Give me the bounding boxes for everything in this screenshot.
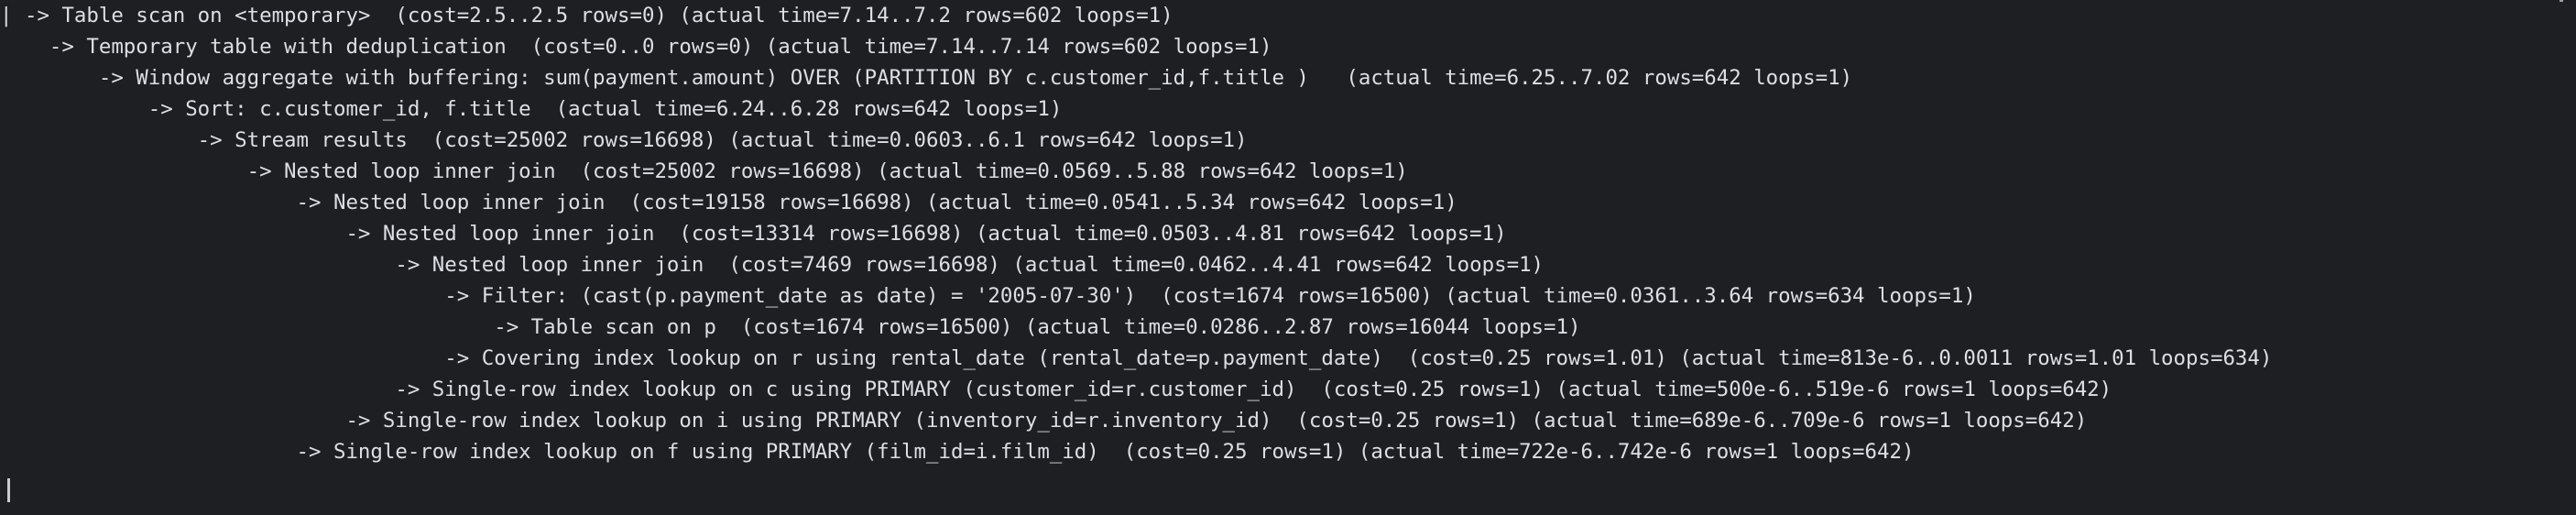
plan-line-nested-loop-4: -> Nested loop inner join (cost=7469 row…	[0, 253, 1545, 277]
plan-line-nested-loop-3: -> Nested loop inner join (cost=13314 ro…	[0, 222, 1507, 246]
plan-line-sort: -> Sort: c.customer_id, f.title (actual …	[0, 97, 1063, 121]
plan-line-table-scan-temporary: | -> Table scan on <temporary> (cost=2.5…	[0, 4, 1173, 27]
plan-line-temporary-table-dedup: -> Temporary table with deduplication (c…	[0, 35, 1272, 59]
window-corner-marker	[2560, 0, 2563, 2]
plan-line-single-row-lookup-c: -> Single-row index lookup on c using PR…	[0, 378, 2112, 401]
plan-line-filter: -> Filter: (cast(p.payment_date as date)…	[0, 284, 1976, 308]
plan-line-nested-loop-2: -> Nested loop inner join (cost=19158 ro…	[0, 191, 1457, 214]
plan-line-single-row-lookup-i: -> Single-row index lookup on i using PR…	[0, 409, 2088, 433]
plan-line-covering-index-lookup-r: -> Covering index lookup on r using rent…	[0, 346, 2273, 370]
table-border-bar	[7, 478, 10, 502]
plan-line-stream-results: -> Stream results (cost=25002 rows=16698…	[0, 128, 1248, 152]
plan-line-nested-loop-1: -> Nested loop inner join (cost=25002 ro…	[0, 159, 1408, 183]
plan-line-window-aggregate: -> Window aggregate with buffering: sum(…	[0, 66, 1853, 90]
plan-line-table-scan-p: -> Table scan on p (cost=1674 rows=16500…	[0, 315, 1581, 339]
terminal-output: | -> Table scan on <temporary> (cost=2.5…	[0, 0, 2576, 515]
plan-line-single-row-lookup-f: -> Single-row index lookup on f using PR…	[0, 440, 1915, 464]
